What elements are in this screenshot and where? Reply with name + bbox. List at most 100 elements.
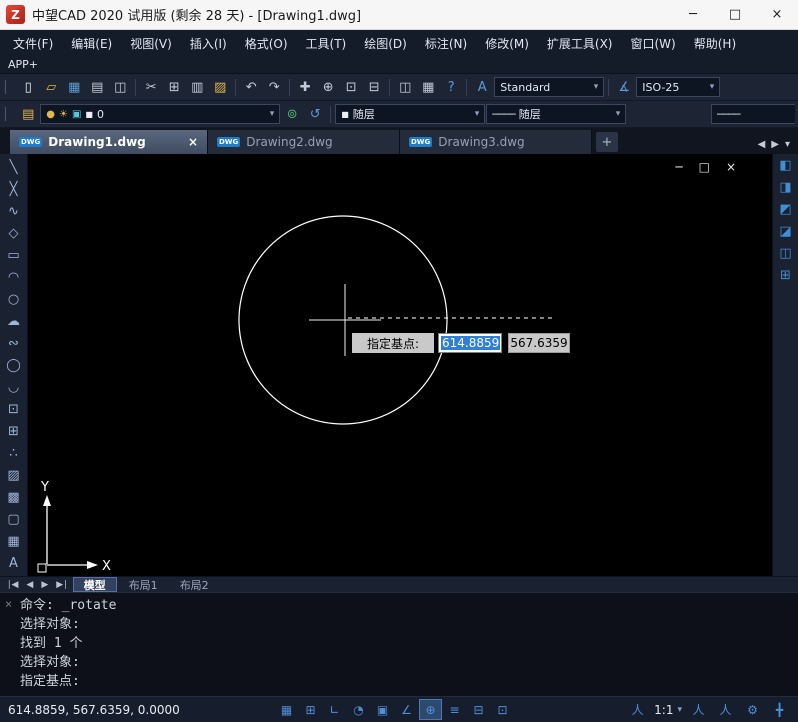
revision-cloud-icon[interactable]: ☁ — [2, 310, 26, 332]
make-layer-current-icon[interactable]: ⊚ — [281, 103, 303, 125]
side-tool-icon-2[interactable]: ◨ — [779, 180, 791, 195]
close-button[interactable]: × — [756, 0, 798, 29]
tab-drawing2[interactable]: DWG Drawing2.dwg — [208, 130, 400, 154]
new-tab-button[interactable]: + — [596, 132, 618, 152]
polyline-icon[interactable]: ∿ — [2, 200, 26, 222]
transparency-icon[interactable]: ⊟ — [468, 700, 489, 719]
layout-nav-last-icon[interactable]: ▶∣ — [53, 580, 70, 590]
lineweight-icon[interactable]: ≡ — [444, 700, 465, 719]
layout-nav-prev-icon[interactable]: ◀ — [23, 580, 36, 590]
command-line-panel[interactable]: × 命令: _rotate 选择对象: 找到 1 个 选择对象: 指定基点: — [0, 592, 798, 696]
object-snap-tracking-icon[interactable]: ∠ — [396, 700, 417, 719]
linetype-combo[interactable]: ──── 随层 ▾ — [486, 104, 626, 124]
lineweight-combo[interactable]: ──── — [711, 104, 795, 124]
ellipse-arc-icon[interactable]: ◡ — [2, 376, 26, 398]
minimize-button[interactable]: ─ — [672, 0, 714, 29]
selection-cycling-icon[interactable]: ⊡ — [492, 700, 513, 719]
match-properties-icon[interactable]: ▨ — [209, 76, 231, 98]
pan-icon[interactable]: ✚ — [294, 76, 316, 98]
menu-express-tools[interactable]: 扩展工具(X) — [538, 31, 622, 56]
color-combo[interactable]: ■ 随层 ▾ — [335, 104, 485, 124]
zoom-realtime-icon[interactable]: ⊕ — [317, 76, 339, 98]
layer-combo[interactable]: ● ☀ ▣ ■ 0 ▾ — [40, 104, 280, 124]
gear-icon[interactable]: ⚙ — [742, 700, 763, 719]
undo-icon[interactable]: ↶ — [240, 76, 262, 98]
save-icon[interactable]: ▦ — [63, 76, 85, 98]
insert-block-icon[interactable]: ⊡ — [2, 398, 26, 420]
command-prompt-line[interactable]: 指定基点: — [20, 672, 798, 691]
tab-scroll-right-icon[interactable]: ▶ — [771, 139, 779, 150]
plot-icon[interactable]: ▤ — [86, 76, 108, 98]
dynamic-input-y-field[interactable]: 567.6359 — [508, 333, 570, 353]
tab-drawing3[interactable]: DWG Drawing3.dwg — [400, 130, 592, 154]
viewports-icon[interactable]: ◫ — [394, 76, 416, 98]
make-block-icon[interactable]: ⊞ — [2, 420, 26, 442]
dim-style-combo[interactable]: ISO-25 ▾ — [636, 77, 720, 97]
menu-help[interactable]: 帮助(H) — [685, 31, 745, 56]
redo-icon[interactable]: ↷ — [263, 76, 285, 98]
arc-icon[interactable]: ◠ — [2, 266, 26, 288]
menu-view[interactable]: 视图(V) — [121, 31, 181, 56]
doc-close-button[interactable]: × — [726, 160, 736, 174]
tab-menu-icon[interactable]: ▾ — [785, 139, 790, 150]
tab-layout1[interactable]: 布局1 — [119, 577, 168, 592]
layer-previous-icon[interactable]: ↺ — [304, 103, 326, 125]
annotation-autoscale-icon[interactable]: 人 — [688, 700, 709, 719]
mtext-icon[interactable]: A — [2, 552, 26, 574]
text-style-icon[interactable]: A — [471, 76, 493, 98]
construction-line-icon[interactable]: ╳ — [2, 178, 26, 200]
polygon-icon[interactable]: ◇ — [2, 222, 26, 244]
app-plus-menu[interactable]: APP+ — [0, 58, 46, 71]
side-tool-icon-6[interactable]: ⊞ — [780, 268, 791, 283]
named-views-icon[interactable]: ▦ — [417, 76, 439, 98]
command-close-icon[interactable]: × — [5, 597, 12, 611]
zoom-window-icon[interactable]: ⊡ — [340, 76, 362, 98]
paste-icon[interactable]: ▥ — [186, 76, 208, 98]
tab-close-icon[interactable]: × — [188, 135, 198, 149]
tab-drawing1[interactable]: DWG Drawing1.dwg × — [10, 130, 208, 154]
toolbar-grip[interactable]: ▏ — [3, 80, 16, 94]
menu-format[interactable]: 格式(O) — [236, 31, 297, 56]
toolbar-grip[interactable]: ▏ — [3, 107, 16, 121]
open-folder-icon[interactable]: ▱ — [40, 76, 62, 98]
circle-icon[interactable]: ○ — [2, 288, 26, 310]
spline-icon[interactable]: ∾ — [2, 332, 26, 354]
polar-tracking-icon[interactable]: ◔ — [348, 700, 369, 719]
ortho-icon[interactable]: ∟ — [324, 700, 345, 719]
layer-manager-icon[interactable]: ▤ — [17, 103, 39, 125]
line-icon[interactable]: ╲ — [2, 156, 26, 178]
tab-model[interactable]: 模型 — [73, 577, 117, 592]
zoom-previous-icon[interactable]: ⊟ — [363, 76, 385, 98]
grid-icon[interactable]: ▦ — [276, 700, 297, 719]
side-tool-icon-5[interactable]: ◫ — [779, 246, 791, 261]
annotation-visibility-icon[interactable]: 人 — [627, 700, 648, 719]
drawing-canvas[interactable]: Y X ─ □ × 指定基点: 614.8859 567.6359 — [28, 154, 772, 576]
doc-restore-button[interactable]: □ — [699, 160, 710, 174]
side-tool-icon-4[interactable]: ◪ — [779, 224, 791, 239]
text-style-combo[interactable]: Standard ▾ — [494, 77, 604, 97]
menu-edit[interactable]: 编辑(E) — [62, 31, 121, 56]
menu-insert[interactable]: 插入(I) — [181, 31, 236, 56]
print-preview-icon[interactable]: ◫ — [109, 76, 131, 98]
maximize-button[interactable]: □ — [714, 0, 756, 29]
doc-minimize-button[interactable]: ─ — [675, 160, 682, 174]
dynamic-input-x-field[interactable]: 614.8859 — [438, 333, 502, 353]
menu-window[interactable]: 窗口(W) — [622, 31, 685, 56]
table-icon[interactable]: ▦ — [2, 530, 26, 552]
layout-nav-next-icon[interactable]: ▶ — [38, 580, 51, 590]
clean-screen-icon[interactable]: ╋ — [769, 700, 790, 719]
dim-style-icon[interactable]: ∡ — [613, 76, 635, 98]
region-icon[interactable]: ▢ — [2, 508, 26, 530]
cut-icon[interactable]: ✂ — [140, 76, 162, 98]
gradient-icon[interactable]: ▩ — [2, 486, 26, 508]
snap-icon[interactable]: ⊞ — [300, 700, 321, 719]
object-snap-icon[interactable]: ▣ — [372, 700, 393, 719]
annotation-add-scale-icon[interactable]: 人 — [715, 700, 736, 719]
rectangle-icon[interactable]: ▭ — [2, 244, 26, 266]
menu-tools[interactable]: 工具(T) — [297, 31, 356, 56]
hatch-icon[interactable]: ▨ — [2, 464, 26, 486]
tab-scroll-left-icon[interactable]: ◀ — [758, 139, 766, 150]
copy-icon[interactable]: ⊞ — [163, 76, 185, 98]
layout-nav-first-icon[interactable]: ∣◀ — [4, 580, 21, 590]
dynamic-input-icon[interactable]: ⊕ — [420, 700, 441, 719]
